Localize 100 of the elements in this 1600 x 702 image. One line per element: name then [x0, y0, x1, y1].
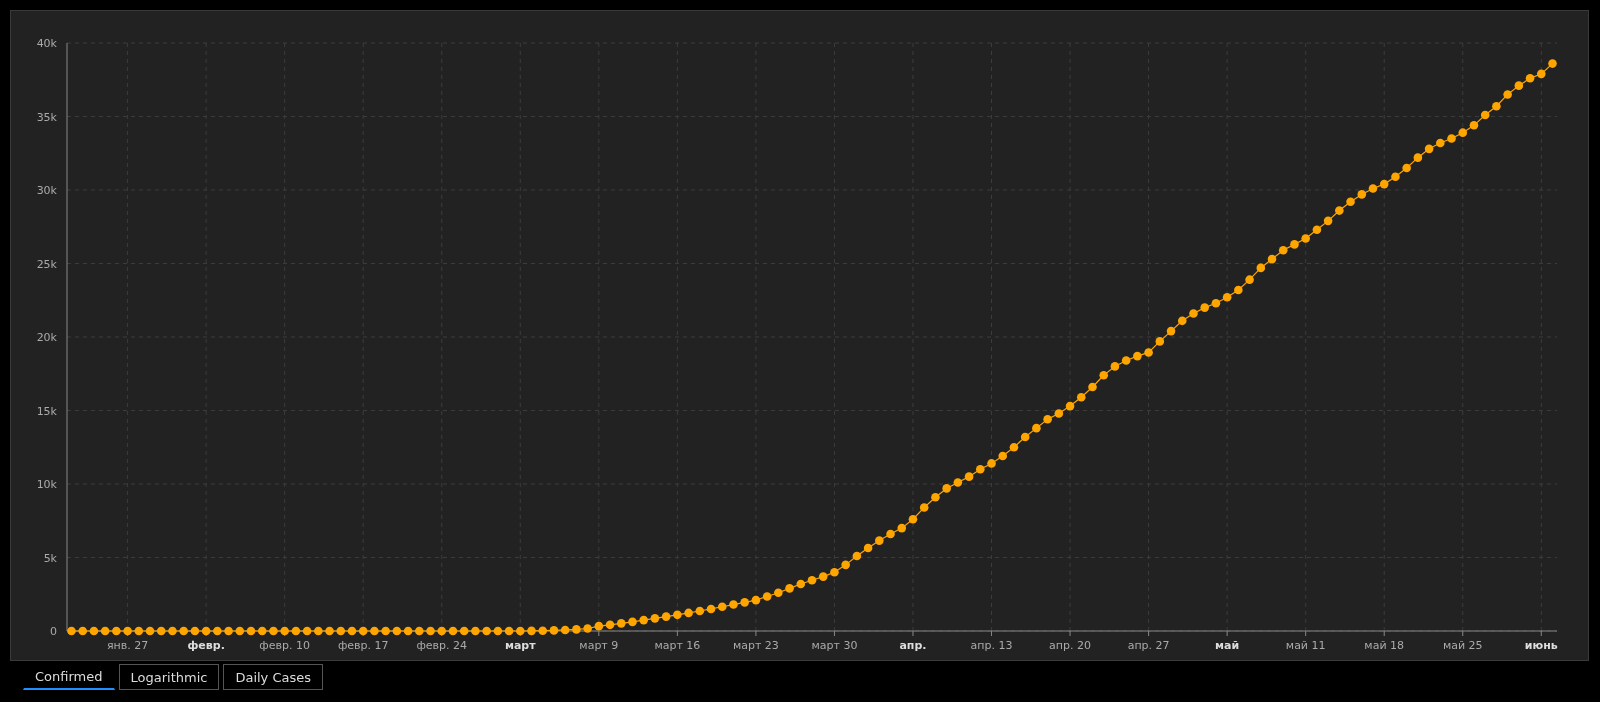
data-point	[830, 567, 839, 577]
x-axis-label: март 23	[732, 639, 779, 652]
data-point	[1525, 74, 1535, 83]
data-point	[807, 576, 817, 585]
data-point	[1133, 351, 1142, 361]
data-point	[1469, 121, 1479, 130]
data-point	[1312, 225, 1322, 234]
data-point	[987, 459, 996, 468]
data-point	[1323, 216, 1333, 226]
data-point	[1503, 90, 1512, 99]
data-point	[897, 523, 907, 533]
data-point	[1458, 128, 1468, 137]
data-point	[1301, 234, 1310, 243]
data-point	[325, 626, 334, 636]
data-point	[740, 598, 749, 607]
data-point	[796, 579, 806, 589]
data-point	[1357, 190, 1367, 199]
data-point	[1548, 59, 1557, 68]
chart-tab[interactable]: Logarithmic	[118, 664, 220, 690]
data-point	[67, 626, 76, 636]
data-point	[1424, 144, 1434, 154]
data-point	[482, 626, 491, 636]
data-point	[1413, 153, 1423, 162]
data-point	[1492, 101, 1501, 111]
data-point	[717, 602, 727, 612]
x-axis-label: февр. 24	[416, 639, 468, 652]
data-point	[370, 626, 379, 636]
data-point	[785, 584, 794, 593]
data-point	[1077, 392, 1086, 402]
data-point	[976, 465, 985, 474]
data-point	[762, 592, 772, 601]
data-point	[1144, 348, 1153, 357]
y-axis-label: 0	[50, 625, 57, 638]
data-point	[415, 626, 424, 636]
data-point	[1200, 303, 1209, 312]
data-point	[919, 503, 929, 512]
y-axis-label: 20k	[36, 331, 57, 344]
data-point	[1447, 134, 1456, 143]
data-point	[437, 626, 447, 636]
data-point	[729, 600, 738, 609]
data-point	[89, 626, 99, 636]
data-point	[156, 626, 166, 636]
data-point	[1043, 415, 1052, 424]
data-point	[751, 595, 761, 605]
data-point	[246, 626, 256, 636]
data-point	[1267, 254, 1277, 264]
data-point	[1020, 432, 1030, 442]
data-point	[100, 626, 110, 636]
x-axis-label: март 9	[579, 639, 619, 652]
x-axis-label: янв. 27	[106, 639, 149, 652]
data-point	[1514, 81, 1524, 90]
y-axis-label: 15k	[36, 404, 57, 418]
data-point	[269, 626, 278, 636]
x-axis-label: апр. 13	[970, 639, 1013, 652]
data-point	[886, 529, 895, 539]
data-point	[381, 626, 390, 636]
data-point	[863, 543, 873, 553]
data-point	[504, 626, 514, 636]
data-point	[998, 451, 1008, 461]
data-point	[1054, 409, 1064, 418]
x-axis-label: февр.	[187, 639, 225, 652]
x-axis-label: апр. 27	[1127, 639, 1170, 652]
data-point	[1391, 172, 1400, 182]
data-point	[1177, 316, 1187, 326]
data-point	[291, 626, 301, 636]
data-point	[538, 626, 547, 635]
data-point	[1436, 138, 1445, 148]
data-point	[314, 626, 323, 636]
data-point	[549, 626, 559, 635]
data-point	[1346, 197, 1355, 207]
data-point	[1088, 382, 1097, 392]
data-point	[594, 621, 604, 631]
x-axis-label: май 11	[1285, 639, 1326, 652]
chart-tab[interactable]: Daily Cases	[223, 664, 324, 690]
y-axis-label: 5k	[43, 551, 57, 565]
data-point	[661, 612, 671, 621]
data-point	[684, 608, 693, 618]
data-point	[1402, 163, 1411, 173]
x-axis-label: март	[504, 639, 536, 652]
data-point	[852, 551, 862, 561]
data-point	[1368, 184, 1378, 193]
data-point	[875, 536, 884, 545]
data-point	[650, 614, 660, 623]
data-point	[168, 626, 177, 636]
y-axis-label: 25k	[36, 257, 57, 271]
data-point	[560, 625, 570, 635]
data-point	[392, 626, 402, 636]
data-point	[942, 484, 951, 493]
data-point	[628, 617, 637, 627]
data-point	[1121, 356, 1131, 365]
y-axis-label: 35k	[36, 110, 57, 124]
data-point	[1335, 206, 1344, 215]
data-point	[516, 626, 525, 636]
data-point	[706, 604, 716, 614]
data-point	[616, 619, 626, 628]
data-point	[471, 626, 480, 636]
data-point	[201, 626, 211, 636]
x-axis-label: июнь	[1524, 639, 1558, 652]
data-point	[426, 626, 435, 636]
data-point	[818, 572, 828, 581]
